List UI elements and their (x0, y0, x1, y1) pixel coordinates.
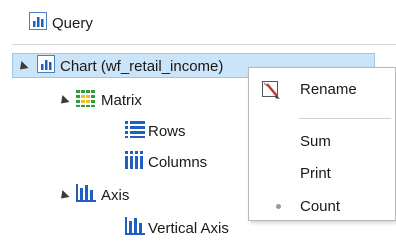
menu-divider (299, 118, 391, 119)
tree-node-label: Columns (148, 153, 208, 171)
tree-node-axis[interactable]: Axis (75, 184, 129, 206)
chart-bar-icon (36, 54, 56, 78)
checked-bullet-icon (276, 204, 281, 209)
menu-item-label: Sum (300, 132, 331, 150)
chart-bar-icon (28, 11, 48, 35)
menu-item-label: Count (300, 197, 341, 215)
tree-node-rows[interactable]: Rows (124, 120, 186, 142)
menu-item-label: Print (300, 164, 331, 182)
tree-node-label: Axis (101, 186, 130, 204)
query-tree-panel: Query Chart (wf_retail_income) Matrix Ro… (0, 0, 396, 244)
matrix-grid-icon (75, 88, 97, 112)
tree-node-vertical-axis[interactable]: Vertical Axis (124, 217, 229, 239)
menu-item-rename[interactable]: Rename (249, 76, 395, 102)
tree-node-columns[interactable]: Columns (124, 151, 207, 173)
tree-node-matrix[interactable]: Matrix (75, 89, 142, 111)
expand-arrow-icon[interactable] (57, 94, 70, 108)
rows-icon (124, 119, 146, 143)
columns-icon (124, 150, 146, 174)
menu-item-label: Rename (300, 80, 357, 98)
tree-node-label: Rows (148, 122, 186, 140)
context-menu: Rename Sum Print Count (248, 67, 396, 221)
expand-arrow-icon[interactable] (57, 189, 70, 203)
tree-node-label: Query (52, 14, 93, 32)
rename-icon (261, 78, 283, 104)
menu-item-sum[interactable]: Sum (249, 128, 395, 154)
axis-icon (124, 216, 146, 240)
menu-item-count[interactable]: Count (249, 193, 395, 219)
tree-node-chart[interactable]: Chart (wf_retail_income) (36, 55, 223, 77)
tree-node-label: Matrix (101, 91, 142, 109)
menu-item-print[interactable]: Print (249, 160, 395, 186)
tree-node-query[interactable]: Query (28, 12, 93, 34)
divider (12, 44, 396, 45)
tree-node-label: Chart (wf_retail_income) (60, 57, 224, 75)
axis-icon (75, 183, 97, 207)
tree-node-label: Vertical Axis (148, 219, 229, 237)
